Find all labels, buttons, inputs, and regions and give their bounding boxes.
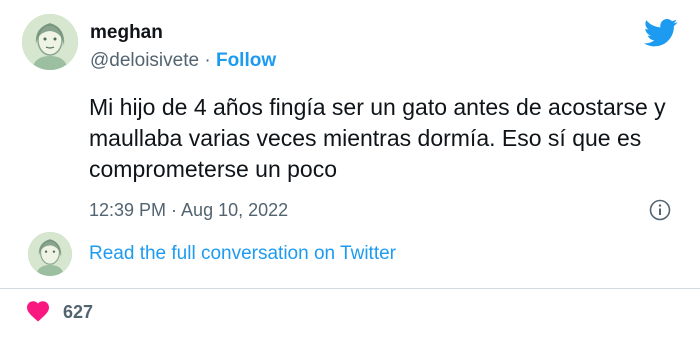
divider	[0, 288, 700, 289]
like-count[interactable]: 627	[63, 301, 93, 323]
avatar-image	[22, 14, 78, 70]
twitter-bird-icon[interactable]	[644, 18, 678, 48]
info-icon[interactable]	[649, 199, 671, 221]
tweet-card: meghan @deloisivete · Follow Mi hijo de …	[0, 0, 700, 339]
handle-line: @deloisivete · Follow	[90, 50, 276, 72]
avatar[interactable]	[22, 14, 78, 70]
read-conversation-link[interactable]: Read the full conversation on Twitter	[89, 243, 396, 265]
heart-icon[interactable]	[26, 300, 50, 322]
follow-link[interactable]: Follow	[216, 50, 276, 71]
separator-dot: ·	[199, 50, 216, 71]
avatar-small-image	[28, 232, 72, 276]
user-handle[interactable]: @deloisivete	[90, 50, 199, 71]
avatar-small[interactable]	[28, 232, 72, 276]
tweet-timestamp[interactable]: 12:39 PM · Aug 10, 2022	[89, 199, 288, 221]
display-name[interactable]: meghan	[90, 22, 163, 44]
tweet-text: Mi hijo de 4 años fingía ser un gato ant…	[89, 94, 666, 182]
